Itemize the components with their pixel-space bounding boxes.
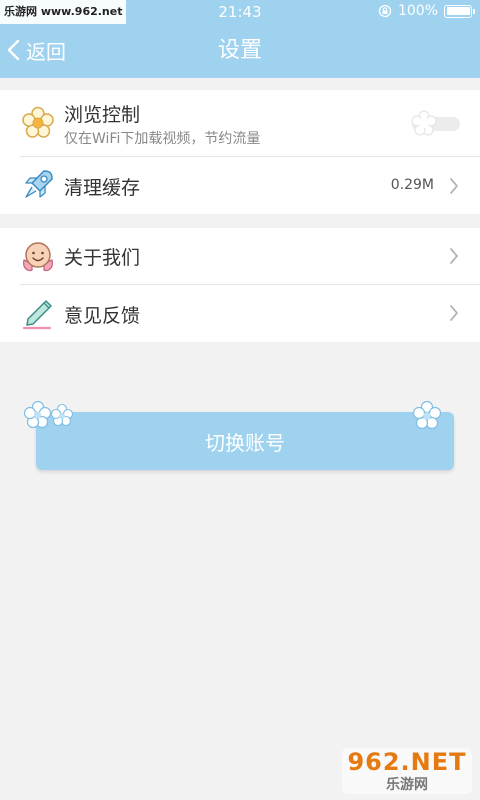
switch-account-button[interactable]: 切换账号 — [36, 412, 454, 470]
settings-section-2: 关于我们 意见反馈 — [0, 228, 480, 342]
flower-decoration-icon — [24, 400, 74, 429]
toggle-knob-flower-icon — [411, 110, 437, 136]
wifi-only-toggle[interactable] — [411, 110, 460, 136]
status-bar: 乐游网 www.962.net 21:43 100% — [0, 0, 480, 24]
battery-percent: 100% — [397, 3, 438, 19]
flower-icon — [22, 106, 54, 138]
page-title: 设置 — [217, 38, 262, 63]
chevron-right-icon — [450, 178, 458, 194]
browse-control-subtitle: 仅在WiFi下加载视频，节约流量 — [64, 131, 261, 147]
switch-account-label: 切换账号 — [205, 430, 285, 455]
switch-account-wrapper: 切换账号 — [36, 412, 454, 470]
rotation-lock-icon — [378, 4, 392, 18]
status-right: 100% — [378, 3, 475, 19]
battery-icon — [444, 4, 475, 18]
header-bar: 乐游网 www.962.net 21:43 100% 返回 设置 — [0, 0, 480, 78]
smiley-face-icon — [22, 242, 54, 272]
cache-size-value: 0.29M — [390, 177, 434, 193]
chevron-right-icon — [450, 305, 458, 321]
clear-cache-title: 清理缓存 — [64, 177, 141, 199]
rocket-icon — [25, 170, 53, 198]
watermark-sub-text: 乐游网 — [386, 777, 428, 793]
chevron-right-icon — [450, 248, 458, 264]
clear-cache-row[interactable]: 清理缓存 0.29M — [0, 157, 480, 214]
feedback-title: 意见反馈 — [64, 305, 141, 327]
feedback-row[interactable]: 意见反馈 — [0, 285, 480, 342]
site-watermark-logo: 962.NET 乐游网 — [342, 748, 472, 794]
browse-control-title: 浏览控制 — [64, 104, 141, 126]
settings-section-1: 浏览控制 仅在WiFi下加载视频，节约流量 清理缓存 0.29M — [0, 90, 480, 214]
pencil-icon — [22, 300, 52, 330]
browse-control-row[interactable]: 浏览控制 仅在WiFi下加载视频，节约流量 — [0, 90, 480, 156]
flower-decoration-icon — [412, 400, 442, 430]
about-us-row[interactable]: 关于我们 — [0, 228, 480, 284]
about-us-title: 关于我们 — [64, 247, 141, 269]
watermark-main-text: 962.NET — [347, 748, 467, 776]
